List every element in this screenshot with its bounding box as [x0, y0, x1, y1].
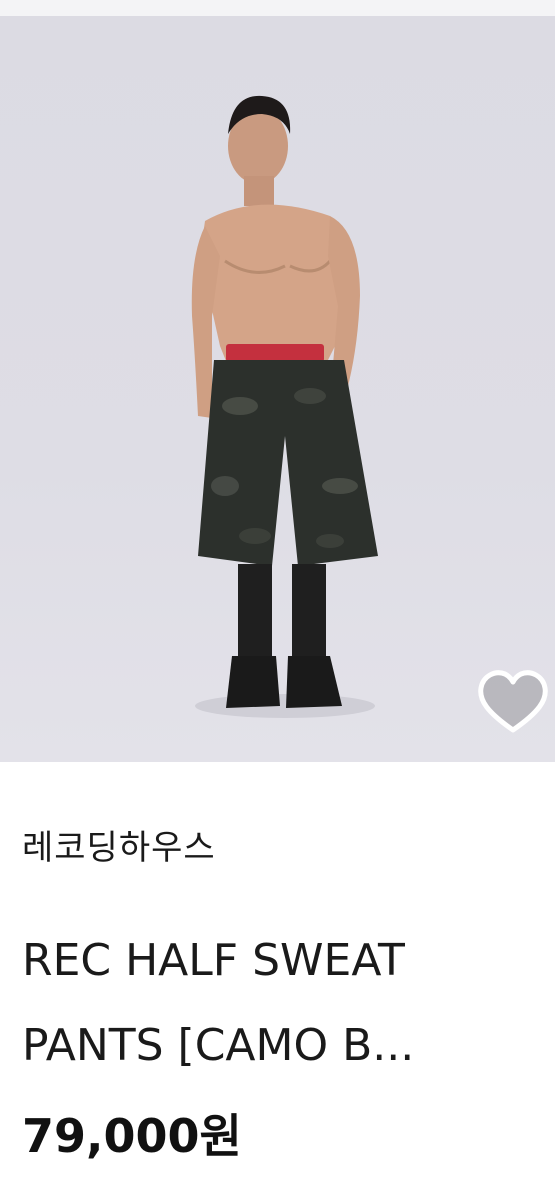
camo-pattern	[239, 528, 271, 544]
model-torso	[200, 204, 345, 366]
product-card[interactable]: 레코딩하우스 REC HALF SWEAT PANTS [CAMO B... 7…	[0, 0, 555, 1200]
seller-name[interactable]: 레코딩하우스	[22, 826, 216, 870]
product-photo-illustration	[191, 95, 378, 718]
camo-pattern	[222, 397, 258, 415]
floor-shadow	[195, 694, 375, 718]
heart-outline-icon[interactable]	[473, 662, 553, 742]
camo-shorts	[198, 360, 378, 566]
model-left-boot	[226, 656, 280, 708]
product-title-line-1: REC HALF SWEAT	[22, 935, 405, 986]
product-price: 79,000원	[22, 1109, 242, 1163]
model-right-leg	[292, 564, 326, 659]
camo-pattern	[316, 534, 344, 548]
camo-pattern	[322, 478, 358, 494]
model-right-boot	[286, 656, 342, 708]
model-left-leg	[238, 564, 272, 659]
product-image[interactable]	[0, 16, 555, 762]
product-title-line-2: PANTS [CAMO B...	[22, 1020, 415, 1071]
model-neck	[244, 176, 274, 206]
like-button[interactable]	[473, 662, 553, 742]
product-title[interactable]: REC HALF SWEAT PANTS [CAMO B...	[22, 918, 537, 1088]
waistband	[226, 344, 324, 362]
camo-pattern	[211, 476, 239, 496]
top-divider	[0, 0, 555, 16]
camo-pattern	[294, 388, 326, 404]
